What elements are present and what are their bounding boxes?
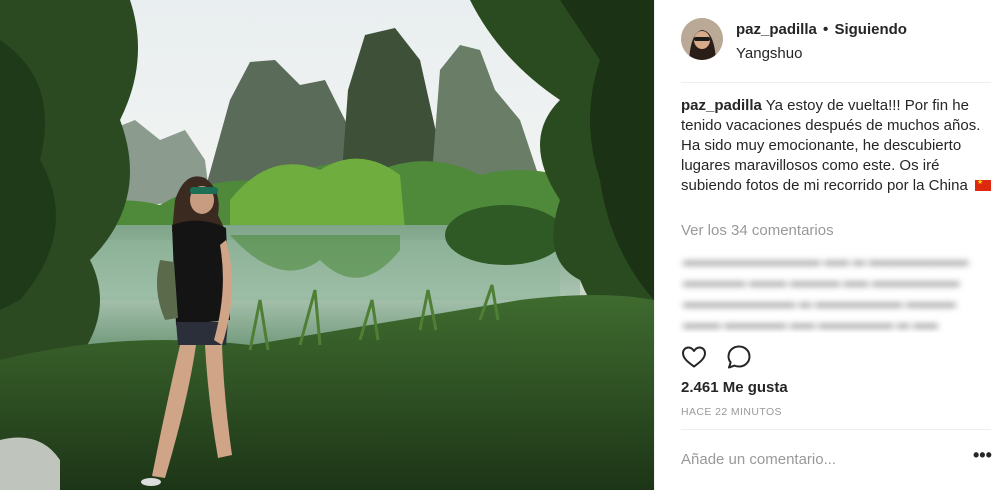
instagram-post: paz_padilla • Siguiendo Yangshuo paz_pad… <box>0 0 1005 490</box>
caption-username-link[interactable]: paz_padilla <box>681 97 762 114</box>
heart-icon <box>682 346 706 368</box>
more-options-icon[interactable]: ••• <box>973 446 992 468</box>
comment-button[interactable] <box>726 344 752 370</box>
like-button[interactable] <box>681 344 707 370</box>
follow-status-button[interactable]: Siguiendo <box>834 21 907 38</box>
avatar[interactable] <box>681 18 723 60</box>
divider <box>681 82 991 83</box>
post-header: paz_padilla • Siguiendo Yangshuo <box>681 16 991 74</box>
avatar-image <box>681 18 723 60</box>
location-link[interactable]: Yangshuo <box>736 45 802 62</box>
view-all-comments-link[interactable]: Ver los 34 comentarios <box>681 222 834 239</box>
post-sidebar: paz_padilla • Siguiendo Yangshuo paz_pad… <box>654 0 1005 490</box>
blurred-comment-text: ▬▬▬▬▬▬▬▬▬▬▬ ▬▬ ▬ ▬▬▬▬▬▬▬▬ ▬▬▬▬▬ ▬▬▬ ▬▬▬▬… <box>683 254 969 331</box>
china-flag-icon <box>975 177 991 191</box>
username-link[interactable]: paz_padilla <box>736 21 817 38</box>
separator-dot: • <box>823 21 829 38</box>
landscape-photo <box>0 0 654 490</box>
caption: paz_padilla Ya estoy de vuelta!!! Por fi… <box>681 96 993 196</box>
blurred-comment: ▬▬▬▬▬▬▬▬▬▬▬ ▬▬ ▬ ▬▬▬▬▬▬▬▬ ▬▬▬▬▬ ▬▬▬ ▬▬▬▬… <box>677 247 995 333</box>
post-photo[interactable] <box>0 0 654 490</box>
post-timestamp: HACE 22 MINUTOS <box>681 406 782 418</box>
add-comment-input[interactable] <box>681 446 951 472</box>
divider <box>681 429 991 430</box>
header-user-line: paz_padilla • Siguiendo <box>736 21 907 39</box>
likes-count[interactable]: 2.461 Me gusta <box>681 379 788 396</box>
comment-bubble-icon <box>727 345 751 369</box>
